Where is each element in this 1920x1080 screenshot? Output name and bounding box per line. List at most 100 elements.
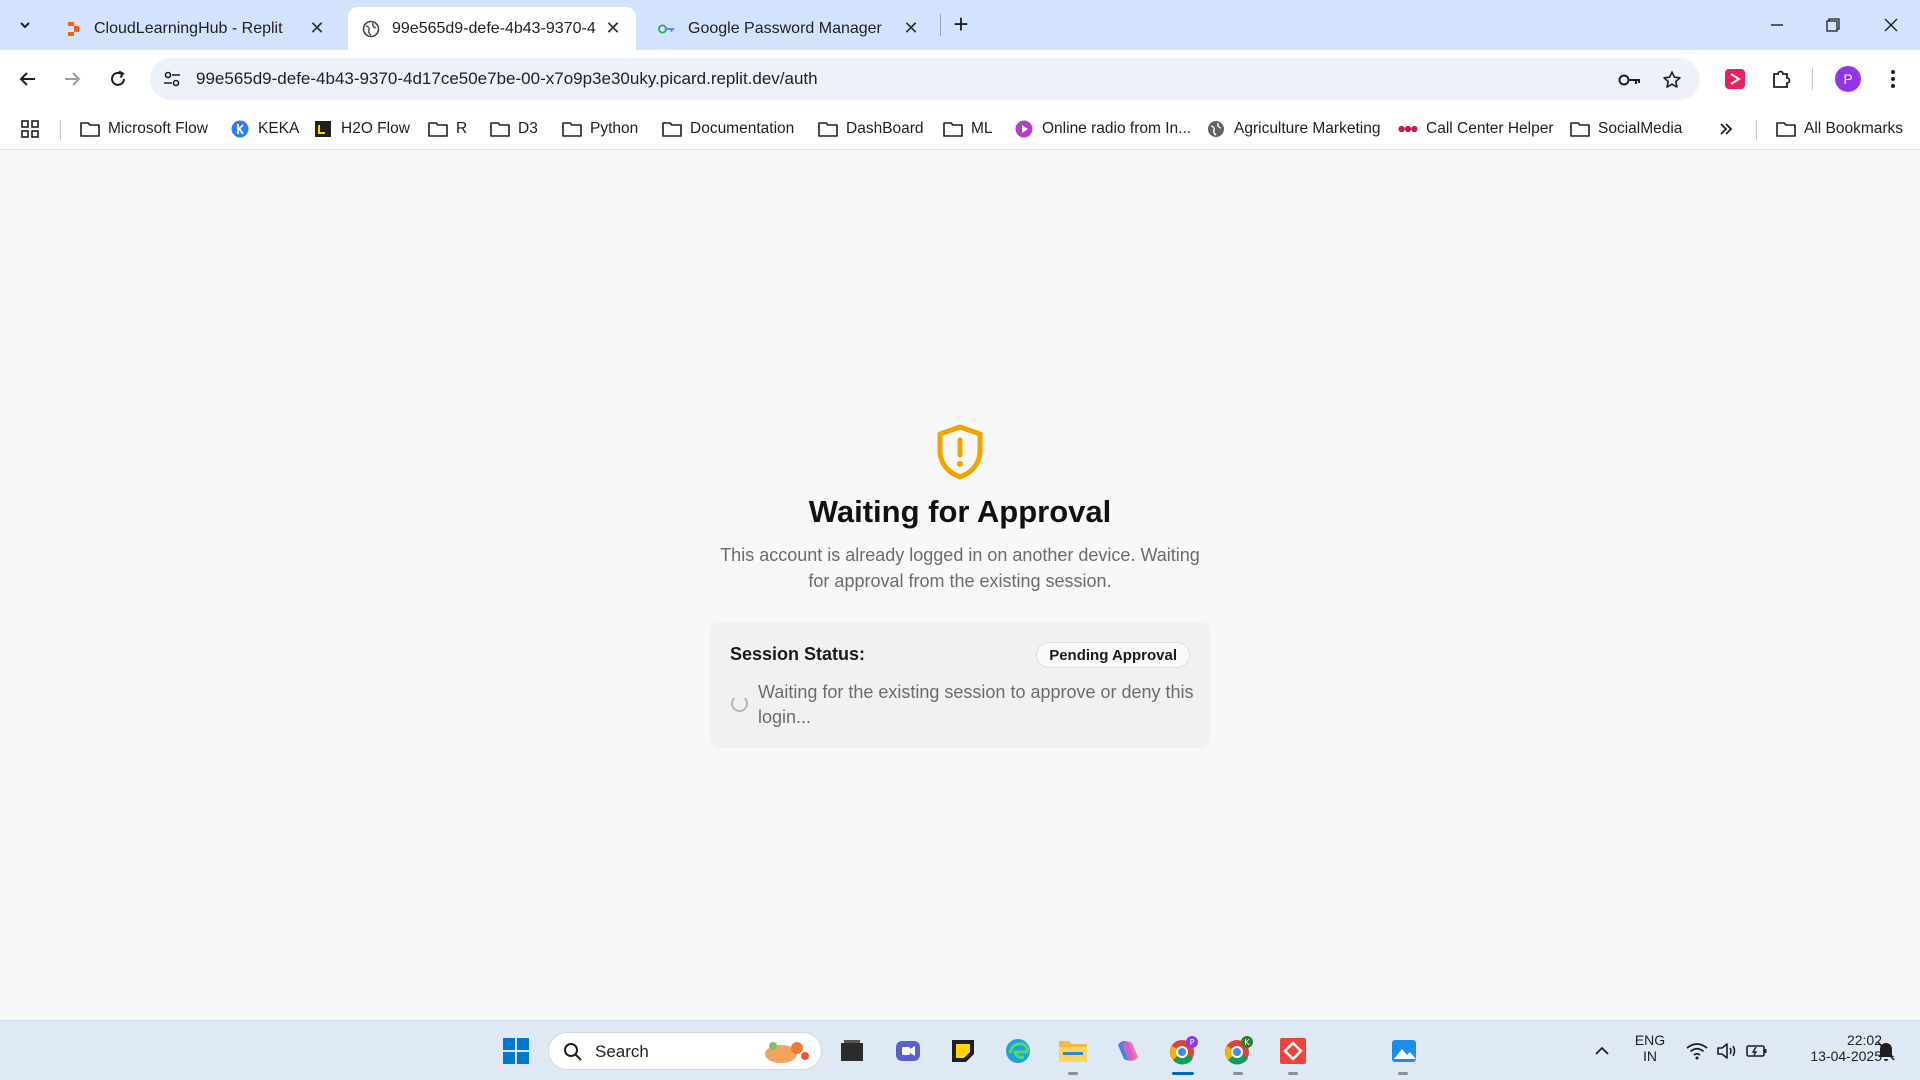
apps-grid-button[interactable] bbox=[20, 117, 40, 141]
more-bookmarks-button[interactable] bbox=[1718, 117, 1734, 141]
tab-cloudlearninghub[interactable]: CloudLearningHub - Replit ✕ bbox=[50, 7, 340, 50]
close-icon[interactable]: ✕ bbox=[604, 18, 622, 38]
bookmark-label: SocialMedia bbox=[1598, 120, 1683, 137]
bookmark-d3[interactable]: D3 bbox=[490, 117, 538, 141]
keka-icon bbox=[230, 120, 250, 138]
bookmark-documentation[interactable]: Documentation bbox=[662, 117, 794, 141]
notification-bell-icon[interactable] bbox=[1870, 1035, 1902, 1067]
site-info-icon[interactable] bbox=[162, 69, 182, 94]
restore-button[interactable] bbox=[1818, 10, 1848, 40]
tab-auth[interactable]: 99e565d9-defe-4b43-9370-4d17ce50e7be-00-… bbox=[348, 7, 636, 50]
bookmark-label: Call Center Helper bbox=[1426, 120, 1554, 137]
close-icon[interactable]: ✕ bbox=[902, 18, 920, 38]
bookmark-h2o-flow[interactable]: H2O Flow bbox=[313, 117, 410, 141]
volume-icon[interactable] bbox=[1711, 1035, 1743, 1067]
photos-icon[interactable] bbox=[1388, 1035, 1420, 1067]
profile-avatar[interactable]: P bbox=[1835, 66, 1861, 92]
page-content: Waiting for Approval This account is alr… bbox=[0, 150, 1920, 1020]
bookmark-r[interactable]: R bbox=[428, 117, 467, 141]
file-explorer-icon[interactable] bbox=[1057, 1035, 1089, 1067]
bookmark-separator bbox=[1756, 120, 1757, 140]
running-indicator bbox=[1233, 1072, 1243, 1075]
tab-title: CloudLearningHub - Replit bbox=[94, 19, 283, 37]
teams-icon[interactable] bbox=[892, 1035, 924, 1067]
bookmark-dashboard[interactable]: DashBoard bbox=[818, 117, 924, 141]
edge-icon[interactable] bbox=[1002, 1035, 1034, 1067]
bookmark-ml[interactable]: ML bbox=[943, 117, 993, 141]
windows-start-icon[interactable] bbox=[500, 1035, 532, 1067]
close-icon[interactable]: ✕ bbox=[308, 18, 326, 38]
bookmark-microsoft-flow[interactable]: Microsoft Flow bbox=[80, 117, 208, 141]
window-close-button[interactable] bbox=[1876, 10, 1906, 40]
show-hidden-icons-button[interactable] bbox=[1586, 1035, 1618, 1067]
folder-icon bbox=[562, 120, 582, 138]
bookmark-keka[interactable]: KEKA bbox=[230, 117, 299, 141]
globe-icon bbox=[362, 20, 380, 38]
sticky-notes-icon[interactable] bbox=[947, 1035, 979, 1067]
folder-icon bbox=[490, 120, 510, 138]
bookmark-agriculture-marketing[interactable]: Agriculture Marketing bbox=[1206, 117, 1380, 141]
bookmark-online-radio[interactable]: Online radio from In... bbox=[1014, 117, 1191, 141]
url-text[interactable]: 99e565d9-defe-4b43-9370-4d17ce50e7be-00-… bbox=[196, 69, 818, 89]
chrome-profile-k-icon[interactable]: K bbox=[1222, 1035, 1254, 1067]
h2o-icon bbox=[313, 120, 333, 138]
all-bookmarks-label: All Bookmarks bbox=[1804, 120, 1904, 137]
taskbar: Search P K ENG IN 22:02 13-04-2025 bbox=[0, 1020, 1920, 1080]
language-indicator[interactable]: ENG IN bbox=[1630, 1032, 1670, 1064]
anydesk-icon[interactable] bbox=[1277, 1035, 1309, 1067]
extension-pink-icon[interactable] bbox=[1720, 64, 1750, 94]
bookmark-python[interactable]: Python bbox=[562, 117, 638, 141]
page-title: Waiting for Approval bbox=[808, 494, 1112, 529]
bookmark-label: KEKA bbox=[258, 120, 300, 137]
address-bar[interactable]: 99e565d9-defe-4b43-9370-4d17ce50e7be-00-… bbox=[150, 58, 1700, 100]
arrow-right-icon bbox=[65, 72, 81, 86]
close-icon bbox=[1884, 18, 1898, 32]
clock-date: 13-04-2025 bbox=[1810, 1048, 1882, 1064]
running-indicator bbox=[1288, 1072, 1298, 1075]
tab-password-manager[interactable]: Google Password Manager ✕ bbox=[644, 7, 934, 50]
clock[interactable]: 22:02 13-04-2025 bbox=[1782, 1032, 1882, 1064]
bookmarks-bar: Microsoft Flow KEKA H2O Flow R D3 Python… bbox=[0, 108, 1920, 150]
kebab-menu-icon[interactable] bbox=[1878, 64, 1908, 94]
all-bookmarks-button[interactable]: All Bookmarks bbox=[1776, 117, 1903, 141]
star-icon[interactable] bbox=[1660, 68, 1684, 92]
bookmark-call-center-helper[interactable]: Call Center Helper bbox=[1398, 117, 1554, 141]
bookmark-label: ML bbox=[971, 120, 993, 137]
bookmark-label: Online radio from In... bbox=[1042, 120, 1192, 137]
chevron-down-icon bbox=[20, 22, 30, 29]
back-button[interactable] bbox=[13, 64, 43, 94]
active-indicator bbox=[1172, 1072, 1194, 1075]
wifi-icon[interactable] bbox=[1681, 1035, 1713, 1067]
battery-icon[interactable] bbox=[1741, 1035, 1773, 1067]
tab-title: Google Password Manager bbox=[688, 19, 882, 37]
chrome-profile-p-icon[interactable]: P bbox=[1167, 1035, 1199, 1067]
region-code: IN bbox=[1643, 1048, 1657, 1064]
bookmark-label: Python bbox=[590, 120, 639, 137]
folder-icon bbox=[80, 120, 100, 138]
globe-icon bbox=[1206, 120, 1226, 138]
bookmark-label: Documentation bbox=[690, 120, 795, 137]
running-indicator bbox=[1398, 1072, 1408, 1075]
copilot-icon[interactable] bbox=[1112, 1035, 1144, 1067]
bookmark-label: DashBoard bbox=[846, 120, 924, 137]
taskbar-search-box[interactable]: Search bbox=[548, 1032, 822, 1070]
password-key-icon[interactable] bbox=[1618, 68, 1642, 92]
task-view-icon[interactable] bbox=[836, 1035, 868, 1067]
bookmark-socialmedia[interactable]: SocialMedia bbox=[1570, 117, 1682, 141]
double-chevron-right-icon bbox=[1720, 123, 1733, 135]
clock-time: 22:02 bbox=[1846, 1032, 1882, 1048]
reload-button[interactable] bbox=[103, 64, 133, 94]
apps-grid-icon bbox=[21, 120, 39, 138]
new-tab-button[interactable]: + bbox=[948, 11, 974, 38]
tab-search-button[interactable] bbox=[10, 11, 40, 39]
forward-button[interactable] bbox=[57, 64, 87, 94]
running-indicator bbox=[1068, 1072, 1078, 1075]
folder-icon bbox=[428, 120, 448, 138]
tab-strip: CloudLearningHub - Replit ✕ 99e565d9-def… bbox=[0, 0, 1920, 50]
minimize-button[interactable] bbox=[1762, 10, 1792, 40]
bookmark-separator bbox=[60, 120, 61, 140]
folder-icon bbox=[1570, 120, 1590, 138]
extensions-puzzle-icon[interactable] bbox=[1766, 64, 1796, 94]
bookmark-label: Agriculture Marketing bbox=[1234, 120, 1381, 137]
search-highlight-icon bbox=[765, 1042, 809, 1063]
